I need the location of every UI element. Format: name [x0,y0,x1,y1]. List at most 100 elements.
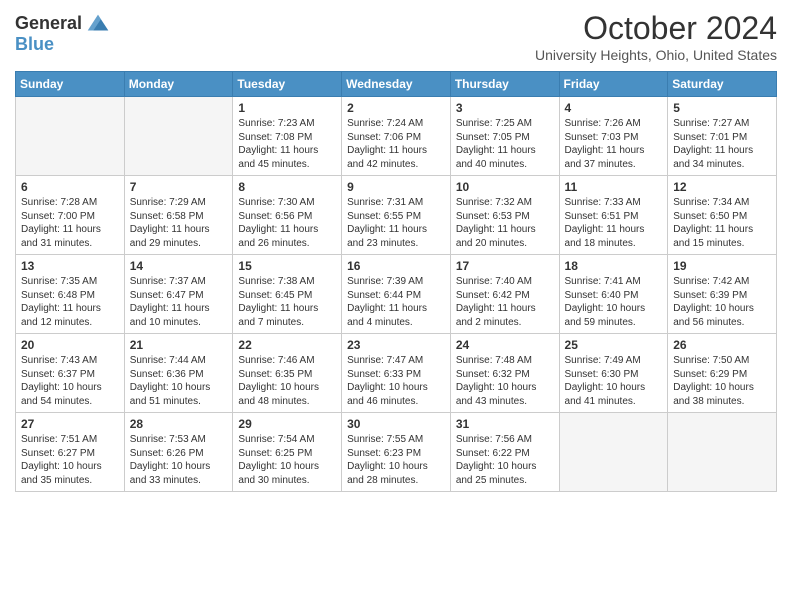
sunset: Sunset: 6:42 PM [456,289,554,303]
day-number: 11 [565,180,663,194]
calendar-cell: 28 Sunrise: 7:53 AMSunset: 6:26 PMDayligh… [124,413,233,492]
day-number: 25 [565,338,663,352]
sunset: Sunset: 6:33 PM [347,368,445,382]
day-info: Sunrise: 7:41 AMSunset: 6:40 PMDaylight:… [565,275,663,329]
daylight-hours: Daylight: 10 hours and 43 minutes. [456,381,554,408]
daylight-hours: Daylight: 10 hours and 59 minutes. [565,302,663,329]
calendar-cell: 3 Sunrise: 7:25 AMSunset: 7:05 PMDaylight… [450,97,559,176]
header: General Blue October 2024 University Hei… [15,10,777,63]
sunrise: Sunrise: 7:53 AM [130,433,228,447]
day-info: Sunrise: 7:51 AMSunset: 6:27 PMDaylight:… [21,433,119,487]
sunrise: Sunrise: 7:29 AM [130,196,228,210]
day-number: 31 [456,417,554,431]
daylight-hours: Daylight: 11 hours and 20 minutes. [456,223,554,250]
daylight-hours: Daylight: 11 hours and 40 minutes. [456,144,554,171]
sunrise: Sunrise: 7:55 AM [347,433,445,447]
daylight-hours: Daylight: 10 hours and 51 minutes. [130,381,228,408]
calendar-cell: 17Sunrise: 7:40 AMSunset: 6:42 PMDayligh… [450,255,559,334]
day-info: Sunrise: 7:28 AMSunset: 7:00 PMDaylight:… [21,196,119,250]
day-number: 28 [130,417,228,431]
day-number: 13 [21,259,119,273]
day-number: 9 [347,180,445,194]
sunset: Sunset: 6:50 PM [673,210,771,224]
sunset: Sunset: 7:03 PM [565,131,663,145]
sunrise: Sunrise: 7:48 AM [456,354,554,368]
sunset: Sunset: 6:35 PM [238,368,336,382]
sunrise: Sunrise: 7:44 AM [130,354,228,368]
daylight-hours: Daylight: 10 hours and 38 minutes. [673,381,771,408]
day-info: Sunrise: 7:44 AMSunset: 6:36 PMDaylight:… [130,354,228,408]
day-info: Sunrise: 7:23 AMSunset: 7:08 PMDaylight:… [238,117,336,171]
calendar-cell: 20Sunrise: 7:43 AMSunset: 6:37 PMDayligh… [16,334,125,413]
sunrise: Sunrise: 7:31 AM [347,196,445,210]
daylight-hours: Daylight: 10 hours and 54 minutes. [21,381,119,408]
sunrise: Sunrise: 7:35 AM [21,275,119,289]
sunrise: Sunrise: 7:24 AM [347,117,445,131]
sunset: Sunset: 6:58 PM [130,210,228,224]
day-number: 5 [673,101,771,115]
calendar-cell: 19Sunrise: 7:42 AMSunset: 6:39 PMDayligh… [668,255,777,334]
daylight-hours: Daylight: 11 hours and 12 minutes. [21,302,119,329]
day-number: 27 [21,417,119,431]
day-info: Sunrise: 7:55 AMSunset: 6:23 PMDaylight:… [347,433,445,487]
sunset: Sunset: 6:56 PM [238,210,336,224]
location-title: University Heights, Ohio, United States [535,47,777,63]
day-info: Sunrise: 7:48 AMSunset: 6:32 PMDaylight:… [456,354,554,408]
day-number: 3 [456,101,554,115]
day-number: 2 [347,101,445,115]
calendar-week-4: 20Sunrise: 7:43 AMSunset: 6:37 PMDayligh… [16,334,777,413]
daylight-hours: Daylight: 11 hours and 15 minutes. [673,223,771,250]
calendar-cell: 14Sunrise: 7:37 AMSunset: 6:47 PMDayligh… [124,255,233,334]
daylight-hours: Daylight: 11 hours and 29 minutes. [130,223,228,250]
daylight-hours: Daylight: 11 hours and 31 minutes. [21,223,119,250]
daylight-hours: Daylight: 11 hours and 18 minutes. [565,223,663,250]
day-info: Sunrise: 7:39 AMSunset: 6:44 PMDaylight:… [347,275,445,329]
sunrise: Sunrise: 7:33 AM [565,196,663,210]
day-info: Sunrise: 7:53 AMSunset: 6:26 PMDaylight:… [130,433,228,487]
sunset: Sunset: 6:32 PM [456,368,554,382]
sunrise: Sunrise: 7:50 AM [673,354,771,368]
sunrise: Sunrise: 7:34 AM [673,196,771,210]
calendar-table: SundayMondayTuesdayWednesdayThursdayFrid… [15,71,777,492]
daylight-hours: Daylight: 10 hours and 56 minutes. [673,302,771,329]
calendar-cell: 29Sunrise: 7:54 AMSunset: 6:25 PMDayligh… [233,413,342,492]
calendar-week-1: 1Sunrise: 7:23 AMSunset: 7:08 PMDaylight… [16,97,777,176]
day-info: Sunrise: 7:33 AMSunset: 6:51 PMDaylight:… [565,196,663,250]
day-number: 4 [565,101,663,115]
sunrise: Sunrise: 7:27 AM [673,117,771,131]
calendar-cell: 10Sunrise: 7:32 AMSunset: 6:53 PMDayligh… [450,176,559,255]
day-info: Sunrise: 7:42 AMSunset: 6:39 PMDaylight:… [673,275,771,329]
header-day-monday: Monday [124,72,233,97]
day-number: 22 [238,338,336,352]
sunset: Sunset: 7:01 PM [673,131,771,145]
day-number: 26 [673,338,771,352]
calendar-week-3: 13 Sunrise: 7:35 AMSunset: 6:48 PMDayligh… [16,255,777,334]
sunset: Sunset: 6:55 PM [347,210,445,224]
sunset: Sunset: 6:29 PM [673,368,771,382]
day-number: 12 [673,180,771,194]
daylight-hours: Daylight: 11 hours and 10 minutes. [130,302,228,329]
calendar-cell [559,413,668,492]
day-number: 20 [21,338,119,352]
calendar-cell [668,413,777,492]
logo-text: General [15,14,82,34]
day-number: 16 [347,259,445,273]
calendar-cell: 13 Sunrise: 7:35 AMSunset: 6:48 PMDayligh… [16,255,125,334]
calendar-cell: 7Sunrise: 7:29 AMSunset: 6:58 PMDaylight… [124,176,233,255]
sunset: Sunset: 7:05 PM [456,131,554,145]
sunrise: Sunrise: 7:23 AM [238,117,336,131]
day-info: Sunrise: 7:29 AMSunset: 6:58 PMDaylight:… [130,196,228,250]
day-number: 14 [130,259,228,273]
sunrise: Sunrise: 7:54 AM [238,433,336,447]
day-info: Sunrise: 7:49 AMSunset: 6:30 PMDaylight:… [565,354,663,408]
day-info: Sunrise: 7:25 AMSunset: 7:05 PMDaylight:… [456,117,554,171]
sunrise: Sunrise: 7:30 AM [238,196,336,210]
daylight-hours: Daylight: 11 hours and 23 minutes. [347,223,445,250]
calendar-cell [16,97,125,176]
sunset: Sunset: 7:00 PM [21,210,119,224]
sunset: Sunset: 6:44 PM [347,289,445,303]
calendar-cell: 25 Sunrise: 7:49 AMSunset: 6:30 PMDayligh… [559,334,668,413]
sunset: Sunset: 6:23 PM [347,447,445,461]
day-info: Sunrise: 7:35 AMSunset: 6:48 PMDaylight:… [21,275,119,329]
sunset: Sunset: 7:06 PM [347,131,445,145]
